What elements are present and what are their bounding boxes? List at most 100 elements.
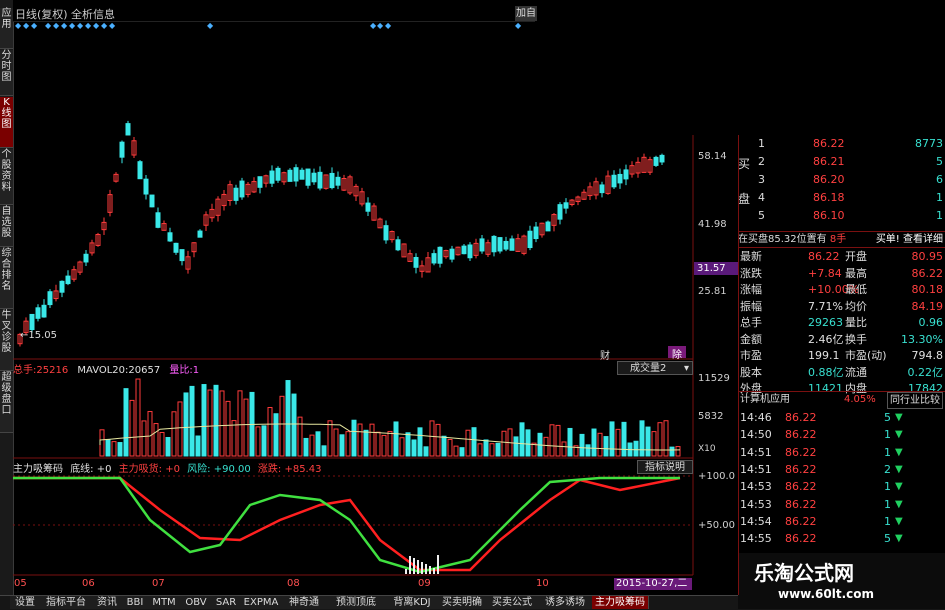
bottom-tab[interactable]: OBV <box>180 596 213 609</box>
order-volume: 1 <box>936 209 943 222</box>
volume-bar <box>411 439 417 457</box>
indicator-header: 主力吸筹码 底线: +0 主力吸货: +0 风险: +90.00 涨跌: +85… <box>13 464 322 475</box>
bottom-tab[interactable]: 背离KDJ <box>386 596 439 609</box>
arrow-down-icon: ▼ <box>895 515 903 527</box>
candle-body <box>257 176 263 188</box>
bottom-tab[interactable]: SAR <box>212 596 241 609</box>
candle-body <box>599 184 605 194</box>
watermark-url: www.60lt.com <box>778 587 875 601</box>
indicator-explain-button[interactable]: 指标说明 <box>637 460 693 474</box>
volume-bar <box>285 380 291 457</box>
volume-bar <box>405 432 411 457</box>
bottom-tab[interactable]: 主力吸筹码 <box>592 596 649 609</box>
order-price: 86.18 <box>813 191 845 204</box>
volume-bar <box>147 411 153 457</box>
candle-body <box>35 307 41 319</box>
volume-bar <box>543 436 549 457</box>
volume-bar <box>99 429 105 457</box>
quote-row: 金额 2.46亿 换手 13.30% <box>740 332 943 346</box>
arrow-down-icon: ▼ <box>895 533 903 545</box>
candle-body <box>83 253 89 263</box>
bottom-tab[interactable]: 资讯 <box>92 596 123 609</box>
volume-bar <box>555 424 561 457</box>
volume-bar <box>345 431 351 457</box>
bottom-tab[interactable]: BBI <box>122 596 149 609</box>
candle-body <box>413 256 419 268</box>
volume-axis-label: 11529 <box>698 373 730 384</box>
volume-bar <box>105 439 111 457</box>
date-label: 08 <box>287 578 300 589</box>
volume-type-dropdown[interactable]: 成交量2 ▾ <box>617 361 693 375</box>
volume-bar <box>225 400 231 457</box>
volume-bar <box>459 447 465 457</box>
candle-body <box>623 169 629 180</box>
volume-bar <box>237 390 243 457</box>
volume-bar <box>645 426 651 457</box>
indicator-axis-label: +100.0 <box>698 471 736 482</box>
candle-body <box>563 202 569 209</box>
candle-body <box>533 226 539 240</box>
candle-body <box>395 239 401 251</box>
order-volume: 5 <box>936 155 943 168</box>
inflow-bar <box>417 560 419 574</box>
volume-bar <box>111 441 117 457</box>
order-side-label: 盘 <box>738 192 751 206</box>
volume-bar <box>303 437 309 457</box>
volume-bar <box>453 445 459 457</box>
bottom-tab[interactable]: EXPMA <box>240 596 283 609</box>
volume-bar <box>381 434 387 457</box>
candle-body <box>149 194 155 208</box>
candle-body <box>479 238 485 252</box>
compare-button[interactable]: 同行业比较 <box>887 392 943 409</box>
volume-bar <box>501 430 507 457</box>
inflow-bar <box>425 564 427 574</box>
volume-bar <box>435 423 441 457</box>
candle-body <box>119 141 125 158</box>
volume-bar <box>393 421 399 457</box>
arrow-down-icon: ▼ <box>895 429 903 441</box>
volume-bar <box>387 430 393 457</box>
arrow-down-icon: ▼ <box>895 446 903 458</box>
inflow-bar <box>413 558 415 574</box>
bottom-tab[interactable]: MTM <box>148 596 181 609</box>
order-price: 86.21 <box>813 155 845 168</box>
bottom-tab[interactable]: 买卖公式 <box>486 596 539 609</box>
inflow-bar <box>409 556 411 574</box>
plan-flag[interactable]: 除 <box>668 346 686 361</box>
volume-bar <box>273 413 279 457</box>
volume-bar <box>513 436 519 457</box>
bottom-tab[interactable]: 诱多诱场 <box>538 596 593 609</box>
volume-axis-label: 5832 <box>698 411 724 422</box>
bottom-tab[interactable]: 神奇通 <box>282 596 327 609</box>
quote-row: 总手 29263 量比 0.96 <box>740 316 943 329</box>
bottom-tab[interactable]: 指标平台 <box>40 596 93 609</box>
order-level: 3 <box>758 173 765 186</box>
volume-bar <box>639 420 645 457</box>
volume-bar <box>321 445 327 457</box>
volume-bar <box>417 427 423 457</box>
volume-bar <box>189 385 195 457</box>
volume-bar <box>129 399 135 457</box>
watermark-title: 乐淘公式网 <box>754 561 854 585</box>
finance-flag[interactable]: 财 <box>600 347 610 362</box>
candle-body <box>431 253 437 264</box>
arrow-down-icon: ▼ <box>895 498 903 510</box>
candle-body <box>545 221 551 232</box>
detail-link[interactable]: 买单! 查看详细 <box>876 232 943 247</box>
volume-bar <box>489 443 495 457</box>
bottom-tab[interactable]: 设置 <box>10 596 41 609</box>
candle-body <box>437 246 443 264</box>
candle-body <box>557 204 563 220</box>
volume-bar <box>207 389 213 457</box>
volume-bar <box>663 420 669 457</box>
candle-body <box>503 240 509 250</box>
price-axis-label: 58.14 <box>698 151 727 162</box>
kline-chart[interactable] <box>0 0 738 595</box>
bottom-tab[interactable]: 预测顶底 <box>326 596 387 609</box>
candle-body <box>305 168 311 186</box>
bottom-tab[interactable]: 买卖明确 <box>438 596 487 609</box>
order-volume: 1 <box>936 191 943 204</box>
volume-bar <box>423 446 429 457</box>
volume-bar <box>567 427 573 457</box>
candle-body <box>143 178 149 195</box>
